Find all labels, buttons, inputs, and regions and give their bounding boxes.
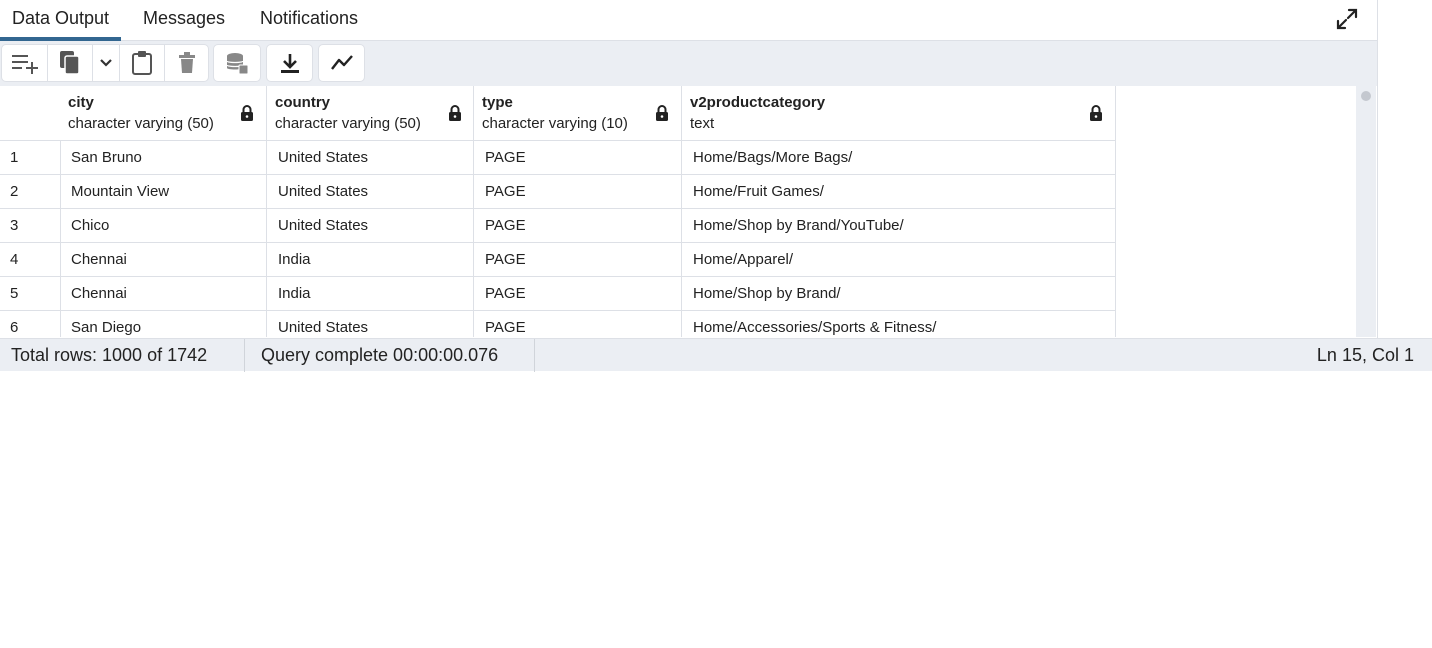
vertical-scrollbar[interactable] xyxy=(1356,86,1376,337)
copy-icon xyxy=(60,51,80,75)
cell-v2productcategory[interactable]: Home/Accessories/Sports & Fitness/ xyxy=(682,311,1116,337)
cell-country[interactable]: India xyxy=(267,277,474,311)
cell-country[interactable]: United States xyxy=(267,141,474,175)
cell-city[interactable]: San Bruno xyxy=(60,141,267,175)
tab-messages[interactable]: Messages xyxy=(131,0,237,41)
edit-button-group xyxy=(1,44,209,82)
column-type: character varying (50) xyxy=(275,115,421,132)
cell-city[interactable]: Mountain View xyxy=(60,175,267,209)
chevron-down-icon xyxy=(100,59,112,67)
cell-v2productcategory[interactable]: Home/Fruit Games/ xyxy=(682,175,1116,209)
column-header-type[interactable]: type character varying (10) xyxy=(474,86,682,141)
save-data-icon xyxy=(226,53,249,75)
cell-city[interactable]: Chennai xyxy=(60,243,267,277)
tab-data-output[interactable]: Data Output xyxy=(0,0,122,41)
table-row[interactable]: 5 Chennai India PAGE Home/Shop by Brand/ xyxy=(0,277,1116,311)
cell-v2productcategory[interactable]: Home/Bags/More Bags/ xyxy=(682,141,1116,175)
column-name: type xyxy=(482,94,513,111)
add-row-button[interactable] xyxy=(2,45,47,81)
copy-button[interactable] xyxy=(47,45,92,81)
graph-icon xyxy=(330,55,353,70)
tab-notifications[interactable]: Notifications xyxy=(248,0,370,41)
cell-v2productcategory[interactable]: Home/Shop by Brand/ xyxy=(682,277,1116,311)
download-button[interactable] xyxy=(266,44,313,82)
status-divider xyxy=(534,339,535,372)
cursor-position: Ln 15, Col 1 xyxy=(1316,345,1414,365)
row-number[interactable]: 1 xyxy=(0,141,61,175)
cell-v2productcategory[interactable]: Home/Apparel/ xyxy=(682,243,1116,277)
cell-city[interactable]: San Diego xyxy=(60,311,267,337)
cell-country[interactable]: United States xyxy=(267,175,474,209)
column-name: country xyxy=(275,94,331,111)
cell-type[interactable]: PAGE xyxy=(474,243,682,277)
cell-v2productcategory[interactable]: Home/Shop by Brand/YouTube/ xyxy=(682,209,1116,243)
column-name: v2productcategory xyxy=(690,94,826,111)
lock-icon xyxy=(656,105,668,121)
add-row-icon xyxy=(11,55,38,74)
lock-icon xyxy=(241,105,253,121)
cell-country[interactable]: India xyxy=(267,243,474,277)
lock-icon xyxy=(1090,105,1102,121)
row-number[interactable]: 6 xyxy=(0,311,61,337)
table-row[interactable]: 2 Mountain View United States PAGE Home/… xyxy=(0,175,1116,209)
paste-icon xyxy=(132,51,152,75)
data-grid: city character varying (50) country char… xyxy=(0,86,1116,337)
column-header-country[interactable]: country character varying (50) xyxy=(267,86,474,141)
delete-button[interactable] xyxy=(164,45,209,81)
results-toolbar xyxy=(0,41,1378,86)
cell-type[interactable]: PAGE xyxy=(474,209,682,243)
column-name: city xyxy=(68,94,94,111)
column-header-city[interactable]: city character varying (50) xyxy=(60,86,267,141)
scrollbar-thumb[interactable] xyxy=(1361,91,1371,101)
row-number[interactable]: 4 xyxy=(0,243,61,277)
cell-country[interactable]: United States xyxy=(267,311,474,337)
table-row[interactable]: 6 San Diego United States PAGE Home/Acce… xyxy=(0,311,1116,337)
save-data-button[interactable] xyxy=(213,44,261,82)
copy-options-dropdown[interactable] xyxy=(92,45,119,81)
panel-divider xyxy=(1377,0,1378,338)
column-header-v2productcategory[interactable]: v2productcategory text xyxy=(682,86,1116,141)
expand-icon[interactable] xyxy=(1334,6,1360,32)
cell-country[interactable]: United States xyxy=(267,209,474,243)
row-number-header xyxy=(0,86,61,141)
cell-city[interactable]: Chico xyxy=(60,209,267,243)
row-number[interactable]: 2 xyxy=(0,175,61,209)
table-row[interactable]: 4 Chennai India PAGE Home/Apparel/ xyxy=(0,243,1116,277)
row-number[interactable]: 5 xyxy=(0,277,61,311)
total-rows-status: Total rows: 1000 of 1742 xyxy=(11,345,208,365)
column-type: character varying (50) xyxy=(68,115,214,132)
table-row[interactable]: 3 Chico United States PAGE Home/Shop by … xyxy=(0,209,1116,243)
cell-type[interactable]: PAGE xyxy=(474,175,682,209)
cell-type[interactable]: PAGE xyxy=(474,311,682,337)
cell-type[interactable]: PAGE xyxy=(474,141,682,175)
download-icon xyxy=(280,54,299,73)
table-row[interactable]: 1 San Bruno United States PAGE Home/Bags… xyxy=(0,141,1116,175)
column-type: character varying (10) xyxy=(482,115,628,132)
results-panel: Data Output Messages Notifications city … xyxy=(0,0,1378,338)
status-bar: Total rows: 1000 of 1742 Query complete … xyxy=(0,338,1432,372)
column-type: text xyxy=(690,115,715,132)
paste-button[interactable] xyxy=(119,45,164,81)
delete-icon xyxy=(179,52,195,73)
cell-city[interactable]: Chennai xyxy=(60,277,267,311)
results-tabbar: Data Output Messages Notifications xyxy=(0,0,1378,41)
graph-visualiser-button[interactable] xyxy=(318,44,365,82)
lock-icon xyxy=(449,105,461,121)
row-number[interactable]: 3 xyxy=(0,209,61,243)
query-status: Query complete 00:00:00.076 xyxy=(261,345,499,365)
cell-type[interactable]: PAGE xyxy=(474,277,682,311)
status-divider xyxy=(244,339,245,372)
